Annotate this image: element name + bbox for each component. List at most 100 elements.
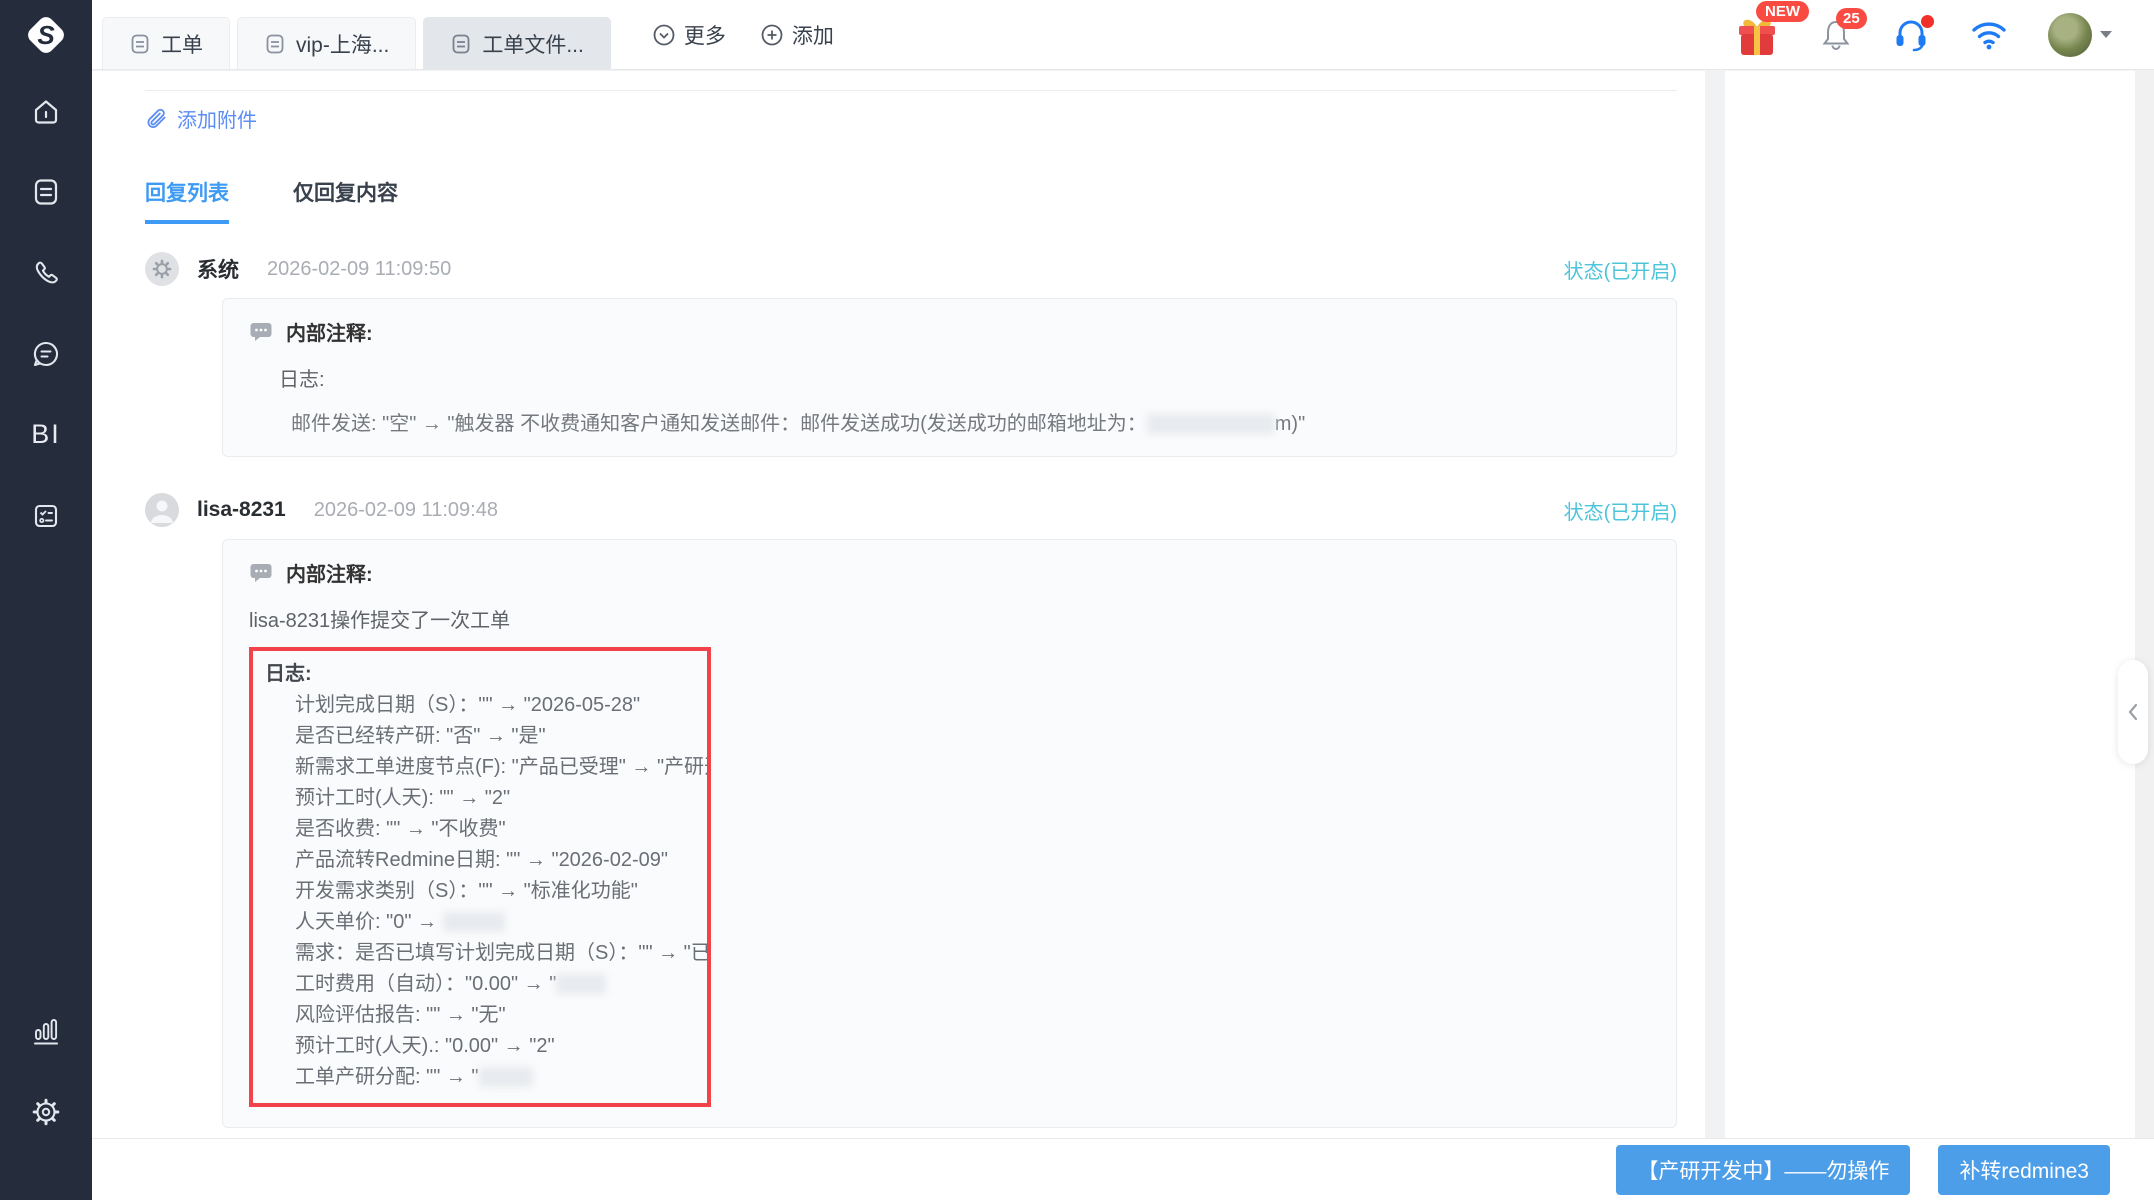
internal-note-label: 内部注释: (286, 323, 373, 345)
log-line: 预计工时(人天): "" → "2" (295, 787, 511, 809)
tab-ticket[interactable]: 工单 (102, 17, 230, 69)
sidebar-item-chat[interactable] (0, 326, 92, 382)
network-status-button[interactable] (1970, 20, 2008, 50)
logo-icon: S (28, 17, 64, 53)
chat-icon (33, 341, 59, 367)
stats-icon (33, 1019, 59, 1045)
tab-reply-list[interactable]: 回复列表 (145, 177, 229, 224)
comment-icon (250, 563, 272, 582)
entry-status: 状态(已开启) (1563, 260, 1677, 283)
log-line: 需求：是否已填写计划完成日期（S）："" → "已填写" (295, 942, 711, 964)
entry-status: 状态(已开启) (1563, 501, 1677, 524)
detail-side-panel (1725, 71, 2135, 1139)
panel-collapse-handle[interactable] (2118, 660, 2148, 764)
log-line: 风险评估报告: "" → "无" (295, 1004, 506, 1026)
action-footer: 【产研开发中】——勿操作 补转redmine3 (92, 1139, 2154, 1200)
support-alert-dot (1921, 14, 1934, 28)
add-attachment-label: 添加附件 (177, 110, 257, 132)
entry-note-box: 内部注释: 日志: 邮件发送: "空" → "触发器 不收费通知客户通知发送邮件… (222, 298, 1677, 457)
log-line: 产品流转Redmine日期: "" → "2026-02-09" (295, 849, 668, 871)
tab-reply-content-only[interactable]: 仅回复内容 (293, 177, 398, 224)
log-line: 计划完成日期（S）："" → "2026-05-28" (295, 694, 641, 716)
log-line: 新需求工单进度节点(F): "产品已受理" → "产研开发中" (295, 756, 707, 778)
doc-icon (266, 34, 284, 53)
page-scrollbar[interactable] (2135, 71, 2154, 1200)
user-avatar (2048, 12, 2092, 57)
entry-author: 系统 (197, 259, 239, 282)
gear-avatar-icon (152, 259, 172, 279)
doc-icon (131, 34, 149, 53)
new-badge: NEW (1756, 0, 1809, 22)
svg-text:S: S (37, 20, 55, 50)
internal-note-header: 内部注释: (249, 317, 1650, 346)
whats-new-button[interactable]: NEW (1734, 0, 1809, 57)
reply-view-tabs: 回复列表 仅回复内容 (145, 177, 1677, 224)
person-avatar-icon (145, 493, 179, 527)
log-line: 是否已经转产研: "否" → "是" (295, 725, 546, 747)
entry-header: lisa-8231 2026-02-09 11:09:48 状态(已开启) (145, 493, 1677, 527)
log-line: 开发需求类别（S）："" → "标准化功能" (295, 880, 638, 902)
entry-time: 2026-02-09 11:09:50 (267, 257, 452, 280)
log-line: 是否收费: "" → "不收费" (295, 818, 506, 840)
internal-note-header: 内部注释: (249, 558, 1650, 587)
ticket-detail-panel: 添加附件 回复列表 仅回复内容 系统 2026-02-09 11:09:50 状… (92, 71, 1705, 1139)
log-line: 工单产研分配: "" → " (265, 1062, 707, 1093)
redmine-transfer-button[interactable]: 补转redmine3 (1938, 1144, 2110, 1195)
entry-time: 2026-02-09 11:09:48 (313, 498, 498, 521)
user-menu[interactable] (2048, 12, 2112, 57)
highlighted-log-box: 日志: 计划完成日期（S）："" → "2026-05-28" 是否已经转产研:… (249, 647, 711, 1107)
redacted-text (442, 912, 505, 932)
sidebar-item-bi[interactable]: BI (0, 406, 92, 462)
tab-label: 工单 (161, 33, 203, 57)
log-lines: 计划完成日期（S）："" → "2026-05-28" 是否已经转产研: "否"… (265, 690, 707, 1093)
entry-author: lisa-8231 (197, 498, 286, 521)
dev-in-progress-button[interactable]: 【产研开发中】——勿操作 (1616, 1144, 1911, 1195)
sidebar-nav: BI (0, 70, 92, 1200)
tab-label: 工单文件... (482, 33, 584, 57)
chevron-left-icon (2128, 703, 2138, 721)
settings-gear-icon (32, 1098, 60, 1126)
plus-circle-icon (761, 24, 783, 45)
topbar: S 工单 vip-上海... 工单文件... 更多 添加 NEW 25 (0, 0, 2154, 70)
system-avatar (145, 252, 179, 286)
tab-ticket-file[interactable]: 工单文件... (423, 17, 611, 69)
entry-note-box: 内部注释: lisa-8231操作提交了一次工单 日志: 计划完成日期（S）："… (222, 539, 1677, 1128)
redacted-text (478, 1067, 533, 1087)
redacted-text (556, 974, 607, 994)
home-icon (34, 100, 58, 124)
add-attachment-link[interactable]: 添加附件 (145, 104, 257, 133)
entry-header: 系统 2026-02-09 11:09:50 状态(已开启) (145, 252, 1677, 286)
notification-count-badge: 25 (1836, 7, 1867, 29)
reply-entry-system: 系统 2026-02-09 11:09:50 状态(已开启) 内部注释: 日志:… (145, 252, 1677, 457)
log-label: 日志: (265, 663, 312, 685)
add-label: 添加 (791, 24, 834, 48)
doc-icon (452, 34, 470, 53)
sidebar-item-stats[interactable] (0, 1004, 92, 1060)
support-headset-button[interactable] (1892, 14, 1934, 53)
app-logo[interactable]: S (0, 0, 92, 70)
log-lines: 邮件发送: "空" → "触发器 不收费通知客户通知发送邮件：邮件发送成功(发送… (249, 407, 1650, 436)
bi-label: BI (31, 418, 61, 449)
sidebar-item-tasks[interactable] (0, 488, 92, 544)
sidebar-item-tickets[interactable] (0, 164, 92, 220)
internal-note-label: 内部注释: (286, 564, 373, 586)
more-menu[interactable]: 更多 (652, 0, 726, 69)
wifi-icon (1972, 21, 2006, 49)
notifications-button[interactable]: 25 (1820, 7, 1867, 52)
sidebar-item-calls[interactable] (0, 246, 92, 302)
ticket-tabs: 工单 vip-上海... 工单文件... (102, 0, 618, 69)
ticket-icon (34, 179, 58, 205)
paperclip-icon (147, 108, 166, 129)
tab-vip-shanghai[interactable]: vip-上海... (237, 17, 417, 69)
sidebar-item-settings[interactable] (0, 1084, 92, 1140)
add-tab-button[interactable]: 添加 (760, 0, 834, 69)
log-label: 日志: (279, 369, 325, 391)
reply-entry-lisa-1: lisa-8231 2026-02-09 11:09:48 状态(已开启) 内部… (145, 493, 1677, 1128)
phone-icon (35, 261, 58, 284)
sidebar-item-home[interactable] (0, 84, 92, 140)
redacted-text (1146, 414, 1275, 434)
section-divider (145, 90, 1677, 91)
log-line: 邮件发送: "空" → "触发器 不收费通知客户通知发送邮件：邮件发送成功(发送… (291, 413, 1306, 435)
more-label: 更多 (683, 24, 726, 48)
chevron-down-circle-icon (653, 24, 675, 45)
